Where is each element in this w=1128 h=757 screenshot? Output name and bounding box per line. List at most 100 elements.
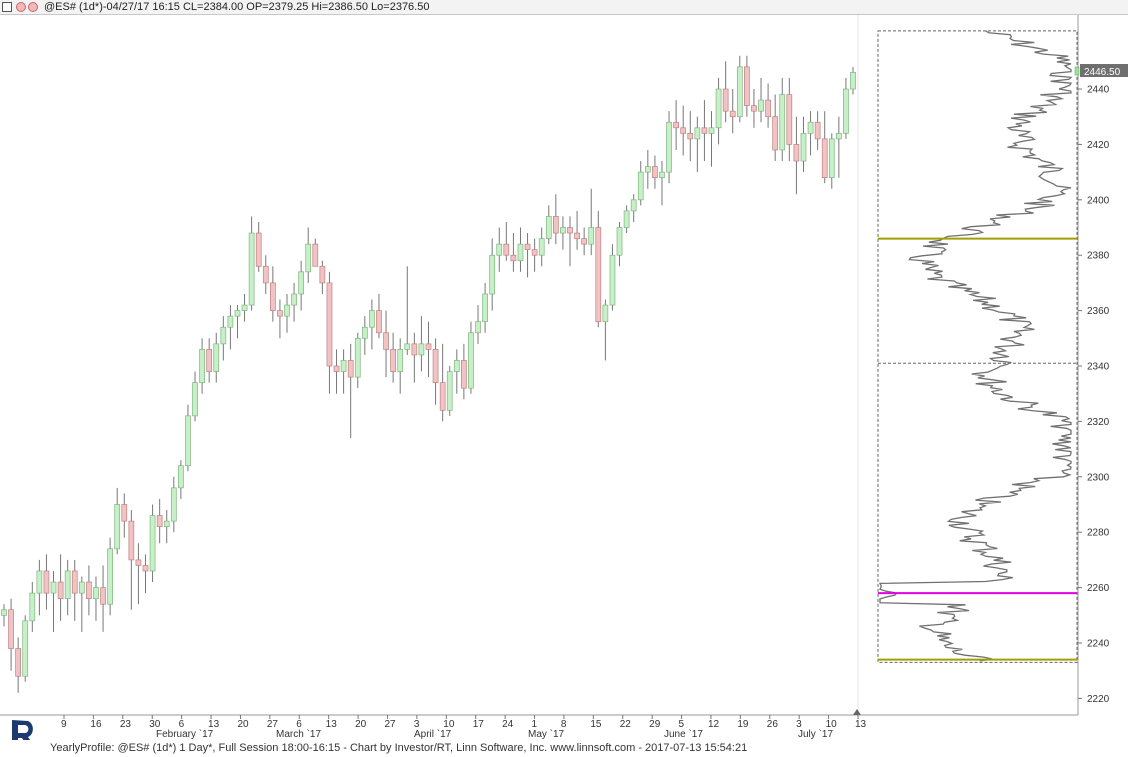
x-month-label: April `17 — [414, 728, 452, 740]
candle-body-up — [560, 227, 566, 234]
x-month-label: May `17 — [528, 728, 565, 740]
candle-body-up — [517, 243, 524, 262]
candle-body-up — [779, 94, 786, 151]
candle-body-down — [772, 116, 779, 151]
x-tick-label: 9 — [61, 719, 67, 730]
candle-body-up — [453, 360, 460, 372]
x-tick-label: 13 — [326, 719, 338, 730]
candle-body-up — [397, 349, 404, 372]
y-tick-label: 2380 — [1087, 251, 1110, 262]
chart-footer: YearlyProfile: @ES# (1d*) 1 Day*, Full S… — [0, 740, 1128, 757]
candle-body-up — [163, 520, 170, 528]
candle-body-down — [8, 609, 14, 649]
candle-body-up — [107, 548, 113, 605]
candle-body-up — [666, 121, 672, 173]
candle-body-up — [220, 326, 227, 345]
candle-body-down — [765, 99, 771, 118]
candle-body-down — [57, 581, 64, 600]
candle-body-down — [347, 360, 354, 378]
x-month-label: February `17 — [156, 728, 214, 740]
candle-body-down — [312, 243, 319, 267]
price-chart[interactable]: 2440242024002380236023402320230022802260… — [0, 0, 1128, 740]
y-tick-label: 2440 — [1087, 85, 1110, 96]
candle-body-up — [178, 465, 184, 489]
candle-body-down — [206, 349, 213, 372]
candle-body-down — [128, 520, 135, 561]
candle-body-down — [156, 515, 163, 528]
x-tick-label: 22 — [620, 719, 632, 730]
candle-body-down — [390, 349, 396, 372]
candle-body-up — [850, 72, 856, 90]
candle-body-up — [64, 570, 71, 600]
last-price-label: 2446.50 — [1084, 67, 1121, 78]
x-tick-label: 17 — [473, 719, 485, 730]
y-tick-label: 2360 — [1087, 306, 1110, 317]
candle-body-down — [142, 565, 149, 572]
candle-body-down — [135, 559, 142, 566]
candle-body-down — [121, 504, 128, 522]
candle-body-up — [241, 304, 248, 311]
candle-body-down — [411, 343, 418, 356]
candle-body-down — [574, 232, 580, 239]
candle-body-up — [475, 321, 481, 334]
candle-body-up — [36, 570, 43, 594]
candle-body-up — [843, 88, 849, 134]
y-tick-label: 2240 — [1087, 638, 1110, 649]
candle-body-up — [78, 581, 85, 594]
x-tick-label: 15 — [590, 719, 602, 730]
candle-body-up — [340, 360, 347, 372]
candle-body-down — [722, 88, 729, 112]
candle-body-down — [652, 166, 658, 179]
candle-body-up — [284, 304, 290, 317]
x-tick-label: 26 — [767, 719, 779, 730]
candle-body-down — [552, 216, 559, 234]
candle-body-up — [248, 232, 255, 306]
candle-body-down — [751, 105, 757, 112]
y-tick-label: 2280 — [1087, 528, 1110, 539]
candle-body-up — [708, 127, 715, 134]
y-tick-label: 2420 — [1087, 140, 1110, 151]
candle-body-up — [489, 254, 496, 295]
candle-body-down — [793, 144, 800, 162]
candle — [107, 537, 113, 616]
y-tick-label: 2320 — [1087, 417, 1110, 428]
candle-body-down — [680, 127, 687, 134]
candle-body-up — [609, 254, 616, 306]
candle — [595, 210, 602, 328]
candle-body-up — [588, 227, 595, 245]
candle-body-up — [185, 415, 191, 467]
candle-body-down — [333, 365, 340, 372]
candle-body-up — [29, 592, 36, 622]
candle-body-up — [630, 199, 637, 212]
candle-body-up — [114, 504, 121, 550]
candle-body-down — [729, 110, 736, 118]
x-month-label: July `17 — [798, 728, 833, 740]
candle-body-up — [538, 238, 545, 256]
candle-body-up — [758, 99, 764, 112]
candle-body-up — [545, 216, 552, 239]
x-tick-label: 19 — [737, 719, 749, 730]
candle-body-down — [86, 581, 92, 600]
y-tick-label: 2260 — [1087, 583, 1110, 594]
candle-body-up — [616, 227, 623, 256]
candle-body-up — [828, 138, 835, 179]
candle-body-up — [835, 132, 842, 140]
candle-body-down — [326, 282, 333, 367]
chart-background — [0, 15, 1128, 740]
candle-body-down — [786, 94, 793, 145]
x-tick-label: 12 — [708, 719, 720, 730]
candle-body-up — [298, 271, 304, 295]
candle — [666, 111, 672, 184]
candle-body-up — [482, 293, 488, 323]
x-month-label: March `17 — [276, 728, 321, 740]
candle-body-up — [637, 171, 644, 201]
candle-body-up — [623, 210, 630, 228]
candle-body-down — [524, 243, 531, 251]
candle-body-up — [418, 343, 425, 356]
x-tick-label: 13 — [855, 719, 867, 730]
x-tick-label: 20 — [237, 719, 249, 730]
candle-body-down — [432, 349, 439, 383]
candle-body-up — [93, 587, 99, 600]
candle-body-down — [821, 138, 828, 179]
candle-body-up — [305, 243, 312, 273]
